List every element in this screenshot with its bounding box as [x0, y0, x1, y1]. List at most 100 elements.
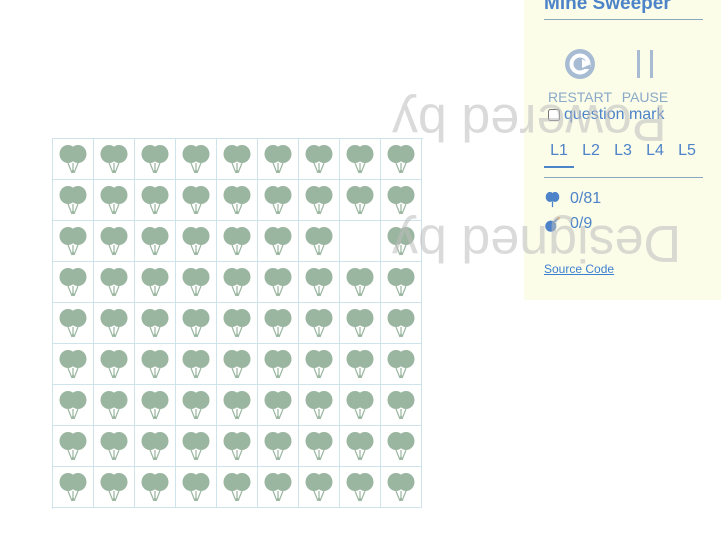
board-cell[interactable]: [135, 262, 176, 303]
board-cell[interactable]: [135, 426, 176, 467]
board-cell[interactable]: [258, 180, 299, 221]
mine-counter: 0/9: [544, 215, 592, 233]
board-cell[interactable]: [340, 467, 381, 508]
board-cell[interactable]: [381, 344, 422, 385]
mine-count: 0/9: [570, 215, 593, 232]
board-cell[interactable]: [217, 385, 258, 426]
board-cell[interactable]: [258, 426, 299, 467]
board-cell[interactable]: [258, 139, 299, 180]
level-tab-l5[interactable]: L5: [672, 142, 702, 160]
board-cell[interactable]: [176, 221, 217, 262]
board-cell[interactable]: [53, 467, 94, 508]
board-cell[interactable]: [340, 180, 381, 221]
board-cell[interactable]: [176, 385, 217, 426]
board-cell[interactable]: [258, 385, 299, 426]
board-cell[interactable]: [53, 385, 94, 426]
balloons-icon: [100, 350, 128, 379]
board-cell[interactable]: [381, 303, 422, 344]
board-cell[interactable]: [340, 426, 381, 467]
question-mark-label: question mark: [564, 106, 665, 123]
board-cell[interactable]: [94, 467, 135, 508]
level-tab-l3[interactable]: L3: [608, 142, 638, 160]
board-cell[interactable]: [299, 467, 340, 508]
board-cell[interactable]: [340, 385, 381, 426]
board-cell[interactable]: [340, 344, 381, 385]
board-cell[interactable]: [53, 262, 94, 303]
board-cell[interactable]: [135, 303, 176, 344]
board-cell[interactable]: [135, 221, 176, 262]
board-cell[interactable]: [94, 139, 135, 180]
board-cell[interactable]: [135, 385, 176, 426]
board-cell[interactable]: [53, 139, 94, 180]
board-cell[interactable]: [340, 262, 381, 303]
board-cell[interactable]: [258, 303, 299, 344]
board-cell[interactable]: [217, 426, 258, 467]
board-cell[interactable]: [94, 385, 135, 426]
board-cell[interactable]: [94, 303, 135, 344]
board-cell[interactable]: [258, 344, 299, 385]
board-cell[interactable]: [299, 426, 340, 467]
board-cell[interactable]: [176, 426, 217, 467]
flag-count: 0/81: [570, 190, 602, 207]
board-cell[interactable]: [53, 344, 94, 385]
board-cell[interactable]: [258, 467, 299, 508]
board-cell[interactable]: [176, 139, 217, 180]
board-cell[interactable]: [217, 303, 258, 344]
board-cell[interactable]: [299, 180, 340, 221]
board-cell[interactable]: [53, 180, 94, 221]
board-cell[interactable]: [217, 467, 258, 508]
board-cell[interactable]: [217, 344, 258, 385]
board-cell[interactable]: [299, 262, 340, 303]
board-cell[interactable]: [176, 262, 217, 303]
source-code-link[interactable]: Source Code: [544, 262, 614, 276]
board-cell[interactable]: [135, 467, 176, 508]
board-cell[interactable]: [381, 139, 422, 180]
board-cell[interactable]: [94, 221, 135, 262]
board-cell[interactable]: [217, 180, 258, 221]
board-cell[interactable]: [381, 221, 422, 262]
restart-button[interactable]: RESTART: [548, 46, 612, 105]
board-cell[interactable]: [135, 139, 176, 180]
board-cell[interactable]: [340, 303, 381, 344]
board-cell[interactable]: [258, 262, 299, 303]
question-mark-checkbox[interactable]: [548, 109, 560, 121]
balloons-icon: [223, 432, 251, 461]
board-cell[interactable]: [217, 262, 258, 303]
board-cell[interactable]: [381, 180, 422, 221]
board-cell[interactable]: [217, 139, 258, 180]
board-cell[interactable]: [217, 221, 258, 262]
question-mark-option[interactable]: question mark: [547, 106, 665, 124]
board-cell[interactable]: [176, 467, 217, 508]
board-cell[interactable]: [299, 221, 340, 262]
board-cell[interactable]: [381, 426, 422, 467]
level-tab-l1[interactable]: L1: [544, 142, 574, 168]
board-cell[interactable]: [299, 344, 340, 385]
board-cell[interactable]: [381, 467, 422, 508]
board-cell[interactable]: [94, 180, 135, 221]
board-cell[interactable]: [381, 385, 422, 426]
board-cell[interactable]: [176, 344, 217, 385]
board-cell[interactable]: [299, 139, 340, 180]
pause-button[interactable]: PAUSE: [620, 46, 670, 105]
board-cell[interactable]: [53, 221, 94, 262]
board-cell[interactable]: [135, 180, 176, 221]
board-cell[interactable]: [53, 303, 94, 344]
board-cell[interactable]: [176, 303, 217, 344]
board-cell[interactable]: [381, 262, 422, 303]
level-tab-l4[interactable]: L4: [640, 142, 670, 160]
board-cell[interactable]: [94, 344, 135, 385]
board-cell[interactable]: [94, 262, 135, 303]
board-cell[interactable]: [258, 221, 299, 262]
balloons-icon: [100, 268, 128, 297]
app-title: Mine Sweeper: [544, 0, 703, 20]
board-cell[interactable]: [176, 180, 217, 221]
board-cell[interactable]: [340, 139, 381, 180]
board-cell[interactable]: [299, 303, 340, 344]
board-cell[interactable]: [53, 426, 94, 467]
board-cell[interactable]: [94, 426, 135, 467]
board-cell[interactable]: [299, 385, 340, 426]
balloons-icon: [387, 432, 415, 461]
board-cell[interactable]: [135, 344, 176, 385]
board-cell[interactable]: [340, 221, 381, 262]
level-tab-l2[interactable]: L2: [576, 142, 606, 160]
